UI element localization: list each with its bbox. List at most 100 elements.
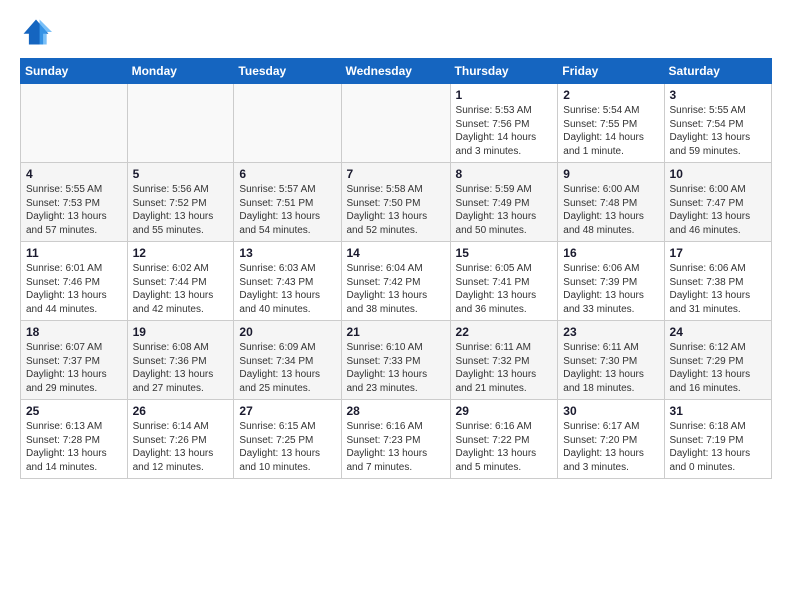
day-number: 23 (563, 325, 659, 339)
calendar-day-cell: 17Sunrise: 6:06 AM Sunset: 7:38 PM Dayli… (664, 242, 771, 321)
day-number: 27 (239, 404, 336, 418)
day-info: Sunrise: 6:11 AM Sunset: 7:32 PM Dayligh… (456, 341, 554, 395)
column-header-sunday: Sunday (21, 59, 128, 84)
calendar-day-cell: 6 Sunrise: 5:57 AM Sunset: 7:51 PM Daylig… (234, 163, 341, 242)
page: SundayMondayTuesdayWednesdayThursdayFrid… (0, 0, 792, 489)
day-number: 26 (133, 404, 230, 418)
calendar-day-cell (21, 84, 128, 163)
day-info: Sunrise: 5:54 AM Sunset: 7:55 PM Dayligh… (563, 104, 659, 158)
day-number: 29 (456, 404, 554, 418)
day-number: 7 (347, 167, 446, 181)
calendar-day-cell: 25 Sunrise: 6:13 AM Sunset: 7:28 PM Dayli… (21, 400, 128, 479)
calendar-day-cell: 15 Sunrise: 6:05 AM Sunset: 7:41 PM Dayli… (450, 242, 558, 321)
day-number: 4 (26, 167, 123, 181)
day-number: 28 (347, 404, 446, 418)
day-info: Sunrise: 6:07 AM Sunset: 7:37 PM Dayligh… (26, 341, 123, 395)
calendar-day-cell: 2Sunrise: 5:54 AM Sunset: 7:55 PM Daylig… (558, 84, 664, 163)
day-number: 20 (239, 325, 336, 339)
calendar-day-cell: 30Sunrise: 6:17 AM Sunset: 7:20 PM Dayli… (558, 400, 664, 479)
column-header-tuesday: Tuesday (234, 59, 341, 84)
day-info: Sunrise: 6:16 AM Sunset: 7:22 PM Dayligh… (456, 420, 554, 474)
calendar-day-cell: 27 Sunrise: 6:15 AM Sunset: 7:25 PM Dayli… (234, 400, 341, 479)
day-info: Sunrise: 6:17 AM Sunset: 7:20 PM Dayligh… (563, 420, 659, 474)
day-info: Sunrise: 6:00 AM Sunset: 7:47 PM Dayligh… (670, 183, 767, 237)
day-number: 9 (563, 167, 659, 181)
day-number: 12 (133, 246, 230, 260)
day-number: 24 (670, 325, 767, 339)
calendar-day-cell: 22 Sunrise: 6:11 AM Sunset: 7:32 PM Dayli… (450, 321, 558, 400)
calendar-day-cell: 18Sunrise: 6:07 AM Sunset: 7:37 PM Dayli… (21, 321, 128, 400)
calendar-day-cell: 1 Sunrise: 5:53 AM Sunset: 7:56 PM Daylig… (450, 84, 558, 163)
day-info: Sunrise: 6:05 AM Sunset: 7:41 PM Dayligh… (456, 262, 554, 316)
day-number: 15 (456, 246, 554, 260)
calendar-day-cell: 23 Sunrise: 6:11 AM Sunset: 7:30 PM Dayli… (558, 321, 664, 400)
day-info: Sunrise: 5:53 AM Sunset: 7:56 PM Dayligh… (456, 104, 554, 158)
calendar-day-cell: 13 Sunrise: 6:03 AM Sunset: 7:43 PM Dayli… (234, 242, 341, 321)
day-info: Sunrise: 6:11 AM Sunset: 7:30 PM Dayligh… (563, 341, 659, 395)
day-info: Sunrise: 6:04 AM Sunset: 7:42 PM Dayligh… (347, 262, 446, 316)
logo (20, 16, 56, 48)
day-info: Sunrise: 5:55 AM Sunset: 7:54 PM Dayligh… (670, 104, 767, 158)
day-number: 11 (26, 246, 123, 260)
day-info: Sunrise: 6:02 AM Sunset: 7:44 PM Dayligh… (133, 262, 230, 316)
calendar-day-cell: 3Sunrise: 5:55 AM Sunset: 7:54 PM Daylig… (664, 84, 771, 163)
day-number: 21 (347, 325, 446, 339)
calendar-week-row: 4 Sunrise: 5:55 AM Sunset: 7:53 PM Daylig… (21, 163, 772, 242)
calendar-day-cell (127, 84, 234, 163)
calendar-day-cell: 19 Sunrise: 6:08 AM Sunset: 7:36 PM Dayli… (127, 321, 234, 400)
day-number: 10 (670, 167, 767, 181)
calendar-table: SundayMondayTuesdayWednesdayThursdayFrid… (20, 58, 772, 479)
day-info: Sunrise: 6:08 AM Sunset: 7:36 PM Dayligh… (133, 341, 230, 395)
calendar-day-cell: 11 Sunrise: 6:01 AM Sunset: 7:46 PM Dayli… (21, 242, 128, 321)
day-number: 22 (456, 325, 554, 339)
day-number: 25 (26, 404, 123, 418)
day-info: Sunrise: 6:01 AM Sunset: 7:46 PM Dayligh… (26, 262, 123, 316)
day-info: Sunrise: 6:15 AM Sunset: 7:25 PM Dayligh… (239, 420, 336, 474)
day-info: Sunrise: 6:18 AM Sunset: 7:19 PM Dayligh… (670, 420, 767, 474)
calendar-day-cell: 12 Sunrise: 6:02 AM Sunset: 7:44 PM Dayli… (127, 242, 234, 321)
column-header-saturday: Saturday (664, 59, 771, 84)
calendar-day-cell: 24 Sunrise: 6:12 AM Sunset: 7:29 PM Dayli… (664, 321, 771, 400)
day-number: 14 (347, 246, 446, 260)
day-number: 19 (133, 325, 230, 339)
calendar-day-cell (341, 84, 450, 163)
day-info: Sunrise: 6:06 AM Sunset: 7:39 PM Dayligh… (563, 262, 659, 316)
day-info: Sunrise: 6:00 AM Sunset: 7:48 PM Dayligh… (563, 183, 659, 237)
day-number: 1 (456, 88, 554, 102)
logo-icon (20, 16, 52, 48)
day-number: 8 (456, 167, 554, 181)
column-header-wednesday: Wednesday (341, 59, 450, 84)
calendar-week-row: 25 Sunrise: 6:13 AM Sunset: 7:28 PM Dayli… (21, 400, 772, 479)
day-info: Sunrise: 5:55 AM Sunset: 7:53 PM Dayligh… (26, 183, 123, 237)
day-info: Sunrise: 6:03 AM Sunset: 7:43 PM Dayligh… (239, 262, 336, 316)
header (20, 16, 772, 48)
calendar-day-cell: 7Sunrise: 5:58 AM Sunset: 7:50 PM Daylig… (341, 163, 450, 242)
day-info: Sunrise: 6:09 AM Sunset: 7:34 PM Dayligh… (239, 341, 336, 395)
day-number: 16 (563, 246, 659, 260)
calendar-day-cell: 21 Sunrise: 6:10 AM Sunset: 7:33 PM Dayli… (341, 321, 450, 400)
calendar-day-cell: 26 Sunrise: 6:14 AM Sunset: 7:26 PM Dayli… (127, 400, 234, 479)
day-info: Sunrise: 6:12 AM Sunset: 7:29 PM Dayligh… (670, 341, 767, 395)
day-info: Sunrise: 5:57 AM Sunset: 7:51 PM Dayligh… (239, 183, 336, 237)
day-info: Sunrise: 6:10 AM Sunset: 7:33 PM Dayligh… (347, 341, 446, 395)
day-info: Sunrise: 6:14 AM Sunset: 7:26 PM Dayligh… (133, 420, 230, 474)
calendar-day-cell: 29 Sunrise: 6:16 AM Sunset: 7:22 PM Dayli… (450, 400, 558, 479)
day-info: Sunrise: 5:56 AM Sunset: 7:52 PM Dayligh… (133, 183, 230, 237)
day-info: Sunrise: 6:13 AM Sunset: 7:28 PM Dayligh… (26, 420, 123, 474)
day-number: 5 (133, 167, 230, 181)
day-number: 31 (670, 404, 767, 418)
column-header-monday: Monday (127, 59, 234, 84)
day-number: 6 (239, 167, 336, 181)
calendar-day-cell: 4 Sunrise: 5:55 AM Sunset: 7:53 PM Daylig… (21, 163, 128, 242)
column-header-friday: Friday (558, 59, 664, 84)
calendar-day-cell: 10 Sunrise: 6:00 AM Sunset: 7:47 PM Dayli… (664, 163, 771, 242)
day-info: Sunrise: 6:06 AM Sunset: 7:38 PM Dayligh… (670, 262, 767, 316)
calendar-day-cell: 8Sunrise: 5:59 AM Sunset: 7:49 PM Daylig… (450, 163, 558, 242)
calendar-week-row: 18Sunrise: 6:07 AM Sunset: 7:37 PM Dayli… (21, 321, 772, 400)
calendar-day-cell: 20 Sunrise: 6:09 AM Sunset: 7:34 PM Dayli… (234, 321, 341, 400)
day-number: 13 (239, 246, 336, 260)
day-info: Sunrise: 6:16 AM Sunset: 7:23 PM Dayligh… (347, 420, 446, 474)
calendar-day-cell: 16 Sunrise: 6:06 AM Sunset: 7:39 PM Dayli… (558, 242, 664, 321)
calendar-day-cell: 5 Sunrise: 5:56 AM Sunset: 7:52 PM Daylig… (127, 163, 234, 242)
column-header-thursday: Thursday (450, 59, 558, 84)
